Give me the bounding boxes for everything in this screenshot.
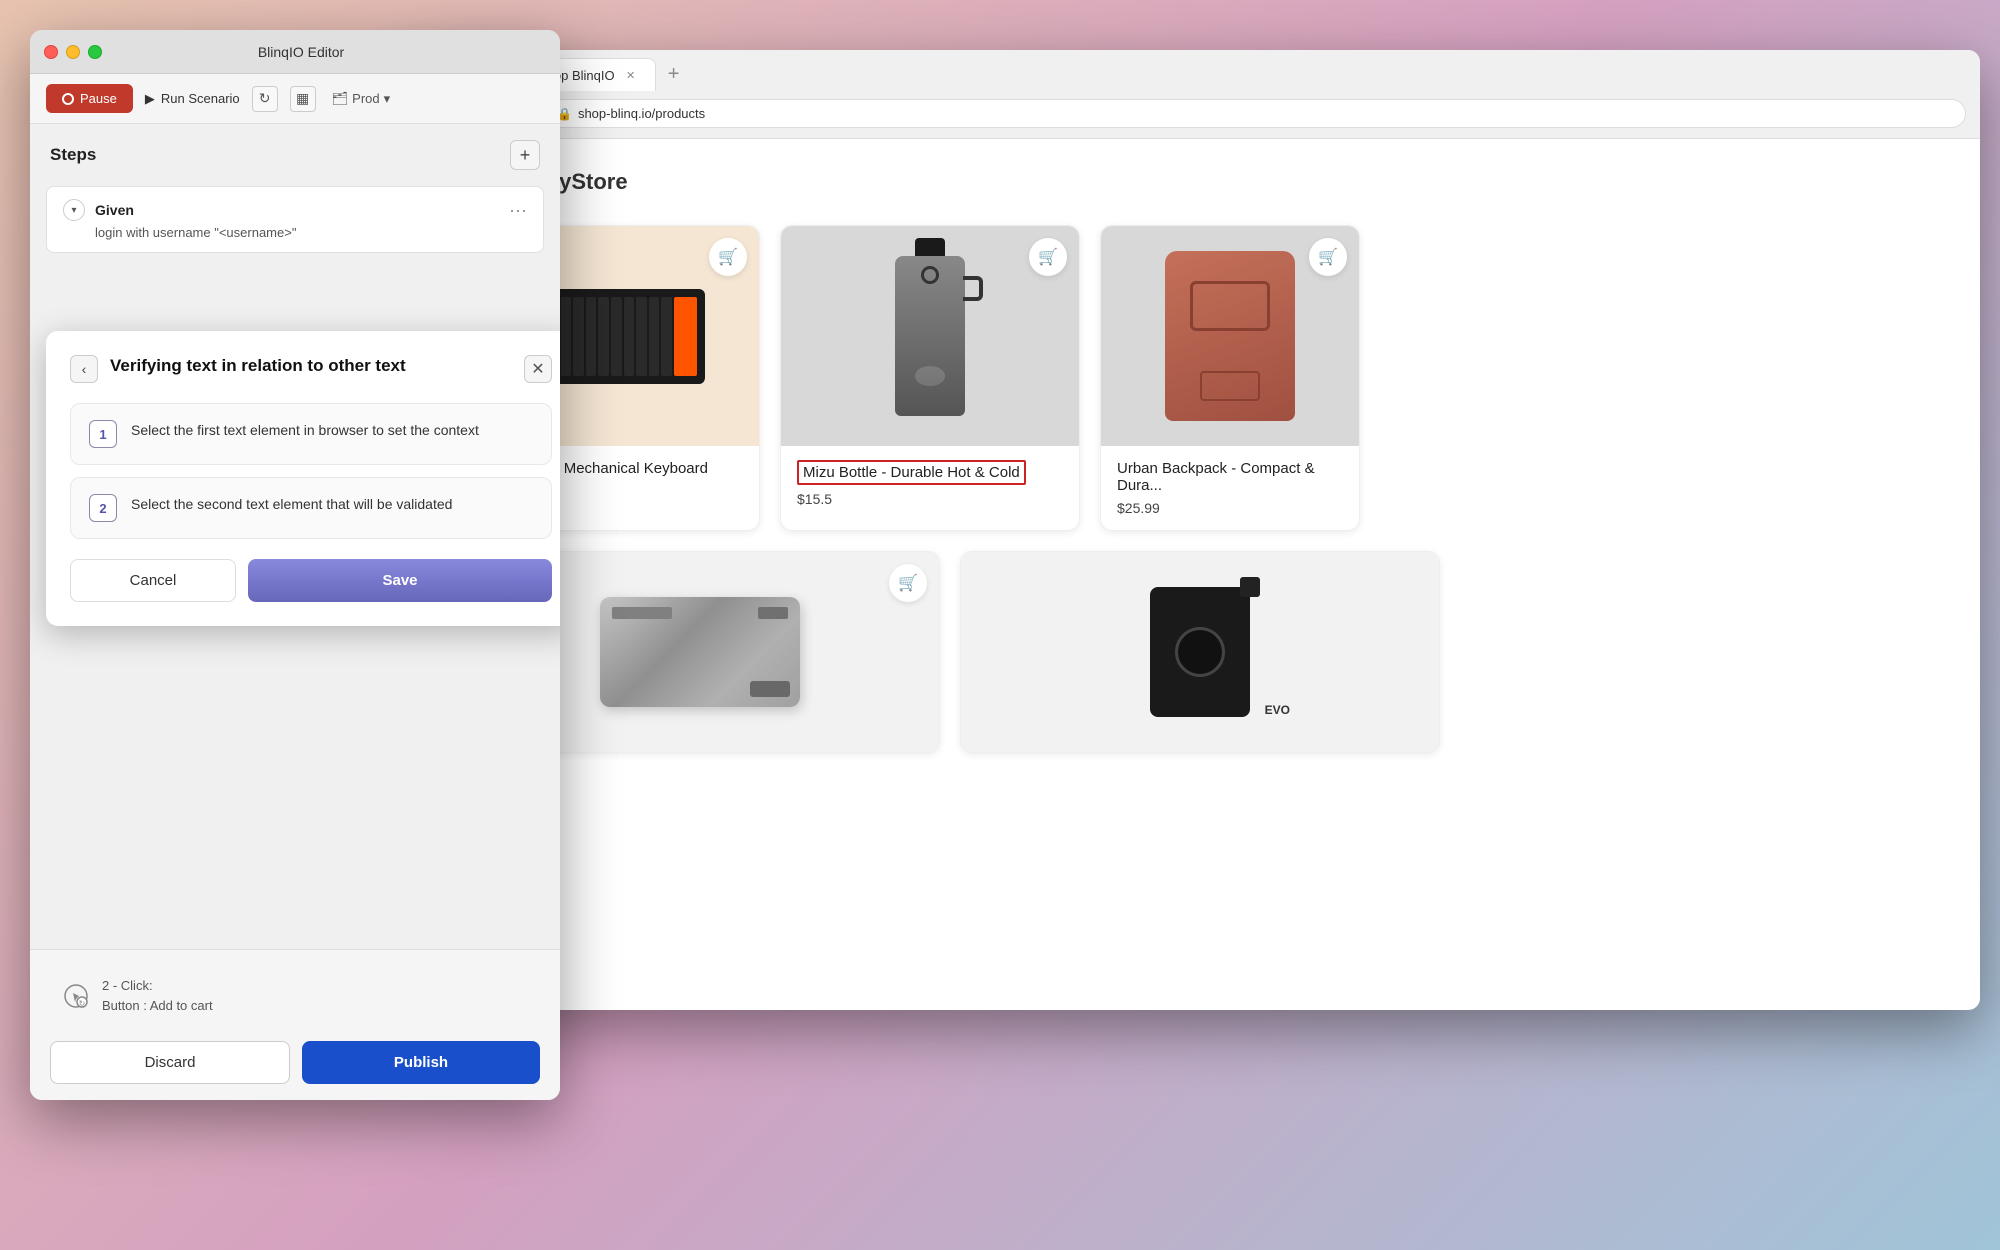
environment-selector[interactable]: 🗂 Prod ▾ [332, 91, 391, 107]
editor-toolbar: Pause ▶ Run Scenario ↻ ▦ 🗂 Prod ▾ [30, 74, 560, 124]
add-step-button[interactable]: + [510, 140, 540, 170]
editor-action-buttons: Discard Publish [50, 1041, 540, 1084]
cancel-button[interactable]: Cancel [70, 559, 236, 602]
step-item-1: 1 Select the first text element in brows… [70, 403, 552, 465]
step-number-1: 1 [89, 420, 117, 448]
pause-icon [62, 93, 74, 105]
camera-image-area: EVO [961, 552, 1439, 752]
editor-title: BlinqIO Editor [56, 44, 546, 60]
highlighted-product-name: Mizu Bottle - Durable Hot & Cold [797, 460, 1026, 485]
verifying-text-modal: ‹ Verifying text in relation to other te… [46, 331, 560, 626]
play-icon: ▶ [145, 91, 155, 107]
save-button[interactable]: Save [248, 559, 552, 602]
browser-chrome: B Shop BlinqIO ✕ + ‹ › ↻ 🔒 shop-blinq.io… [420, 50, 1980, 139]
backpack-name: Urban Backpack - Compact & Dura... [1117, 460, 1343, 494]
svg-text:↻: ↻ [79, 999, 86, 1008]
product-card-bottle: 🛒 Mizu Bottle - Durable Hot & Cold $15.5 [780, 225, 1080, 531]
backpack-price: $25.99 [1117, 500, 1343, 516]
keyboard-cart-button[interactable]: 🛒 [709, 238, 747, 276]
given-step: ▾ Given ··· login with username "<userna… [46, 186, 544, 253]
address-bar[interactable]: 🔒 shop-blinq.io/products [542, 99, 1966, 128]
click-icon: ↻ [60, 980, 92, 1012]
backpack-cart-button[interactable]: 🛒 [1309, 238, 1347, 276]
step-item-2: 2 Select the second text element that wi… [70, 477, 552, 539]
browser-tabs: B Shop BlinqIO ✕ + [420, 50, 1980, 91]
expand-step-button[interactable]: ▾ [63, 199, 85, 221]
layout-button[interactable]: ▦ [290, 86, 316, 112]
pause-button[interactable]: Pause [46, 84, 133, 113]
ssd-cart-button[interactable]: 🛒 [889, 564, 927, 602]
editor-bottom: ↻ 2 - Click: Button : Add to cart Discar… [30, 949, 560, 1100]
bottle-image [895, 256, 965, 416]
modal-title: Verifying text in relation to other text [110, 355, 512, 377]
tab-close-button[interactable]: ✕ [623, 67, 639, 83]
bottle-name: Mizu Bottle - Durable Hot & Cold [797, 460, 1063, 485]
product-card-camera: EVO [960, 551, 1440, 753]
refresh-button[interactable]: ↻ [252, 86, 278, 112]
given-step-header: ▾ Given ··· [63, 199, 527, 221]
product-card-backpack: 🛒 Urban Backpack - Compact & Dura... $25… [1100, 225, 1360, 531]
modal-header: ‹ Verifying text in relation to other te… [70, 355, 552, 383]
discard-button[interactable]: Discard [50, 1041, 290, 1084]
bottle-image-area: 🛒 [781, 226, 1079, 446]
modal-back-button[interactable]: ‹ [70, 355, 98, 383]
browser-window: B Shop BlinqIO ✕ + ‹ › ↻ 🔒 shop-blinq.io… [420, 50, 1980, 1010]
backpack-image [1165, 251, 1295, 421]
publish-button[interactable]: Publish [302, 1041, 540, 1084]
step-text-1: Select the first text element in browser… [131, 420, 479, 441]
backpack-info: Urban Backpack - Compact & Dura... $25.9… [1101, 446, 1359, 530]
new-tab-button[interactable]: + [660, 61, 688, 89]
backpack-image-area: 🛒 [1101, 226, 1359, 446]
step-text-2: Select the second text element that will… [131, 494, 452, 515]
camera-image: EVO [1090, 567, 1310, 737]
folder-icon: 🗂 [332, 91, 349, 107]
given-label: Given [95, 202, 134, 218]
url-text: shop-blinq.io/products [578, 106, 705, 121]
bottle-info: Mizu Bottle - Durable Hot & Cold $15.5 [781, 446, 1079, 521]
modal-close-button[interactable]: ✕ [524, 355, 552, 383]
store-content: AccessoryStore 🛒 [420, 139, 1980, 1009]
steps-header: Steps + [30, 124, 560, 186]
bottle-price: $15.5 [797, 491, 1063, 507]
store-logo: AccessoryStore [460, 169, 1940, 195]
given-description: login with username "<username>" [95, 225, 527, 240]
products-grid: 🛒 [460, 225, 1940, 531]
editor-titlebar: BlinqIO Editor [30, 30, 560, 74]
modal-buttons: Cancel Save [70, 559, 552, 602]
products-row2: 🛒 EVO [460, 551, 1940, 753]
chevron-down-icon: ▾ [384, 91, 391, 107]
editor-window: BlinqIO Editor Pause ▶ Run Scenario ↻ ▦ … [30, 30, 560, 1100]
click-step-text: 2 - Click: Button : Add to cart [102, 976, 213, 1015]
bottle-cart-button[interactable]: 🛒 [1029, 238, 1067, 276]
click-step: ↻ 2 - Click: Button : Add to cart [50, 966, 540, 1025]
step-more-button[interactable]: ··· [509, 200, 527, 221]
steps-title: Steps [50, 145, 96, 165]
run-scenario-button[interactable]: ▶ Run Scenario [145, 91, 240, 107]
ssd-image [600, 597, 800, 707]
browser-addressbar: ‹ › ↻ 🔒 shop-blinq.io/products [420, 91, 1980, 138]
step-number-2: 2 [89, 494, 117, 522]
